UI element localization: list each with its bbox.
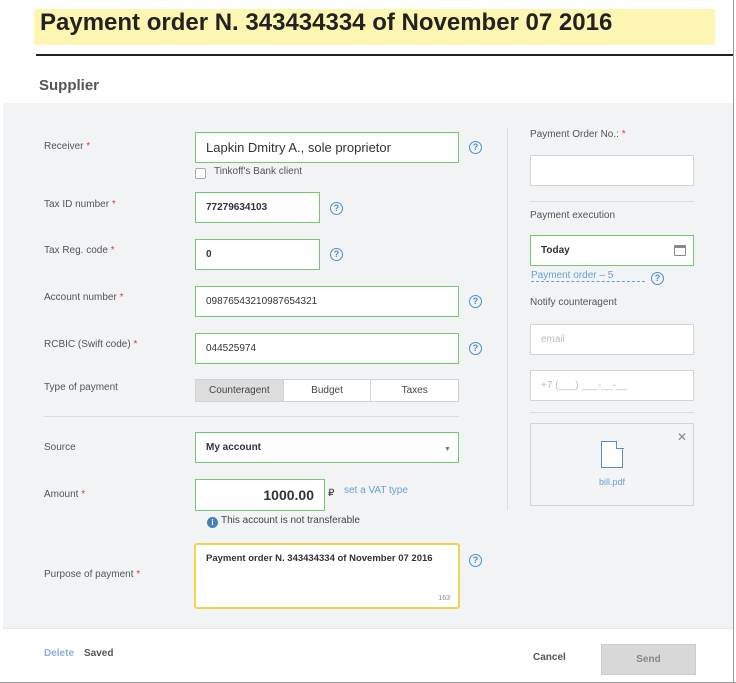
info-icon: i bbox=[207, 517, 218, 528]
saved-status: Saved bbox=[84, 648, 114, 659]
account-help-icon[interactable]: ? bbox=[469, 295, 482, 308]
form-divider bbox=[44, 416, 459, 417]
tax-reg-input[interactable]: 0 bbox=[195, 239, 320, 270]
payment-type-budget[interactable]: Budget bbox=[284, 380, 372, 401]
close-icon[interactable]: ✕ bbox=[677, 430, 687, 444]
purpose-label: Purpose of payment * bbox=[44, 569, 141, 580]
side-divider-2 bbox=[530, 412, 694, 413]
footer-divider bbox=[3, 628, 733, 629]
receiver-help-icon[interactable]: ? bbox=[469, 141, 482, 154]
rcbic-label: RCBIC (Swift code) * bbox=[44, 339, 138, 350]
payment-type-counteragent[interactable]: Counteragent bbox=[196, 380, 284, 401]
tax-reg-help-icon[interactable]: ? bbox=[330, 248, 343, 261]
amount-label: Amount * bbox=[44, 489, 86, 500]
receiver-label: Receiver * bbox=[44, 141, 91, 152]
title-underline bbox=[36, 54, 734, 56]
send-button[interactable]: Send bbox=[601, 644, 696, 675]
source-label: Source bbox=[44, 442, 76, 453]
account-input[interactable]: 09876543210987654321 bbox=[195, 286, 459, 317]
execution-date-input[interactable]: Today bbox=[530, 235, 694, 266]
column-divider bbox=[507, 128, 508, 510]
tax-reg-label: Tax Reg. code * bbox=[44, 245, 115, 256]
tinkoff-client-checkbox[interactable] bbox=[195, 168, 206, 179]
calendar-icon[interactable] bbox=[674, 245, 686, 256]
title-highlight-edge bbox=[715, 9, 734, 45]
order-no-input[interactable] bbox=[530, 155, 694, 186]
email-field[interactable]: email bbox=[530, 324, 694, 355]
execution-label: Payment execution bbox=[530, 210, 616, 221]
tax-id-label: Tax ID number * bbox=[44, 199, 116, 210]
order-no-label: Payment Order No.: * bbox=[530, 129, 626, 140]
account-note: This account is not transferable bbox=[221, 515, 360, 526]
purpose-text: Payment order N. 343434334 of November 0… bbox=[206, 553, 433, 564]
phone-field[interactable]: +7 (___) ___-__-__ bbox=[530, 370, 694, 401]
delete-button[interactable]: Delete bbox=[44, 648, 74, 659]
tax-id-input[interactable]: 77279634103 bbox=[195, 192, 320, 223]
purpose-textarea[interactable]: Payment order N. 343434334 of November 0… bbox=[194, 543, 460, 609]
purpose-help-icon[interactable]: ? bbox=[469, 554, 482, 567]
tax-id-help-icon[interactable]: ? bbox=[330, 202, 343, 215]
rcbic-input[interactable]: 044525974 bbox=[195, 333, 459, 364]
page-title: Payment order N. 343434334 of November 0… bbox=[40, 9, 613, 36]
side-divider-1 bbox=[530, 201, 694, 202]
payment-order-link[interactable]: Payment order – 5 bbox=[531, 270, 645, 282]
account-label: Account number * bbox=[44, 292, 124, 303]
execution-help-icon[interactable]: ? bbox=[651, 272, 664, 285]
receiver-input[interactable]: Lapkin Dmitry A., sole proprietor bbox=[195, 132, 459, 163]
notify-label: Notify counteragent bbox=[530, 297, 617, 308]
payment-type-label: Type of payment bbox=[44, 382, 118, 393]
char-counter: 163 bbox=[438, 595, 450, 602]
set-vat-link[interactable]: set a VAT type bbox=[344, 485, 408, 496]
window-edge-right bbox=[733, 0, 734, 683]
amount-input[interactable]: 1000.00 bbox=[195, 479, 325, 511]
payment-type-taxes[interactable]: Taxes bbox=[371, 380, 458, 401]
chevron-down-icon: ▼ bbox=[444, 446, 451, 453]
tinkoff-client-label: Tinkoff's Bank client bbox=[214, 166, 303, 177]
currency-symbol: ₽ bbox=[328, 488, 335, 499]
attachment-name[interactable]: bill.pdf bbox=[530, 477, 694, 487]
source-select[interactable]: My account bbox=[195, 432, 459, 463]
document-icon bbox=[601, 440, 624, 468]
cancel-button[interactable]: Cancel bbox=[533, 652, 566, 663]
payment-type-selector: Counteragent Budget Taxes bbox=[195, 379, 459, 402]
section-heading: Supplier bbox=[39, 77, 100, 94]
rcbic-help-icon[interactable]: ? bbox=[469, 342, 482, 355]
